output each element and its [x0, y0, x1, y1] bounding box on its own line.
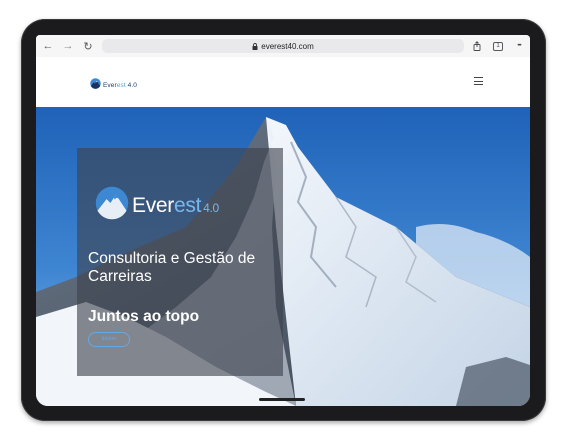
- share-icon[interactable]: [472, 39, 482, 53]
- tabs-icon[interactable]: 1: [492, 39, 504, 53]
- start-button[interactable]: Iniciar: [88, 332, 130, 347]
- hero-title: Consultoria e Gestão de Carreiras: [88, 250, 256, 285]
- back-arrow-icon[interactable]: ←: [38, 35, 58, 57]
- url-text: everest40.com: [261, 41, 314, 51]
- tablet-screen: ← → ↻ everest40.com 1 ••• Everest 4.0 Ev…: [36, 35, 530, 406]
- reload-icon[interactable]: ↻: [78, 35, 98, 57]
- site-logo[interactable]: Everest 4.0: [90, 76, 137, 94]
- site-header: Everest 4.0: [36, 57, 530, 107]
- hamburger-menu-icon[interactable]: [474, 77, 483, 85]
- address-bar[interactable]: everest40.com: [102, 39, 464, 53]
- hero-overlay-panel: Everest 4.0 Consultoria e Gestão de Carre…: [77, 148, 283, 376]
- forward-arrow-icon[interactable]: →: [58, 35, 78, 57]
- site-logo-text: Everest 4.0: [103, 81, 137, 89]
- mountain-logo-icon: [90, 76, 101, 94]
- more-options-icon[interactable]: •••: [513, 39, 525, 53]
- mountain-logo-icon: [95, 186, 129, 225]
- hero-logo-text: Everest 4.0: [132, 193, 219, 217]
- browser-toolbar: ← → ↻ everest40.com 1 •••: [36, 35, 530, 57]
- hero-logo: Everest 4.0: [95, 186, 219, 225]
- home-indicator[interactable]: [259, 398, 305, 401]
- tab-count-badge: 1: [493, 41, 503, 51]
- hero-tagline: Juntos ao topo: [88, 308, 200, 325]
- lock-icon: [252, 42, 258, 50]
- hero-section: Everest 4.0 Consultoria e Gestão de Carre…: [36, 107, 530, 406]
